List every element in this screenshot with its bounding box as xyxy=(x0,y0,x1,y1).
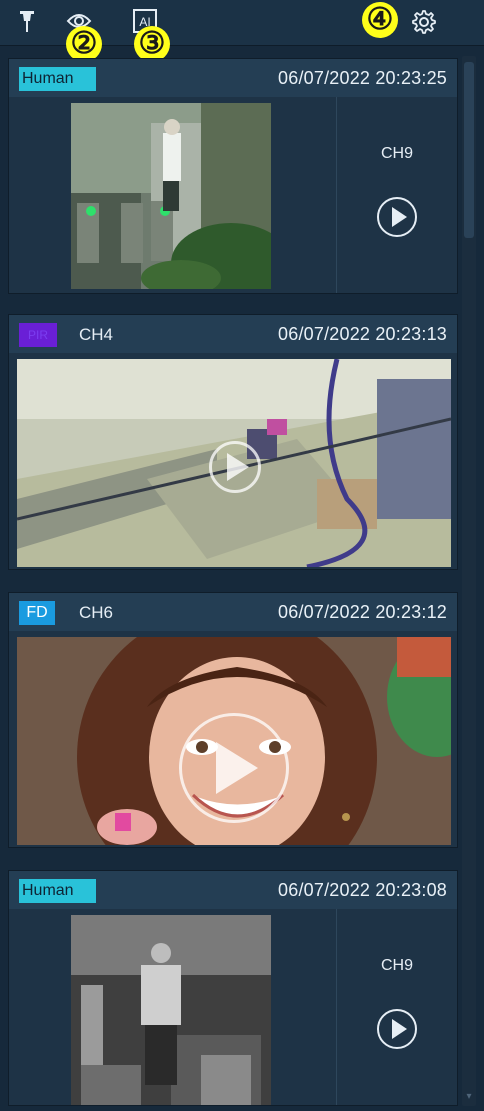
play-icon xyxy=(391,207,407,227)
event-tag: Human xyxy=(19,879,96,903)
scrollbar[interactable]: ▾ xyxy=(462,56,476,1106)
play-button[interactable] xyxy=(209,441,261,493)
event-tag: PIR xyxy=(19,323,57,347)
play-button[interactable] xyxy=(377,1009,417,1049)
card-side-panel: CH9 xyxy=(337,909,457,1105)
snapshot-area[interactable] xyxy=(9,909,337,1105)
play-icon xyxy=(216,742,258,794)
play-button[interactable] xyxy=(377,197,417,237)
toolbar: AI ② ③ ④ xyxy=(0,0,484,62)
pin-icon[interactable] xyxy=(14,8,40,34)
card-header: Human 06/07/2022 20:23:08 xyxy=(9,871,457,909)
event-timestamp: 06/07/2022 20:23:08 xyxy=(278,880,447,900)
snapshot-image[interactable] xyxy=(71,915,271,1105)
snapshot-image[interactable] xyxy=(71,103,271,289)
snapshot-image[interactable] xyxy=(17,359,451,567)
card-header: PIR CH4 06/07/2022 20:23:13 xyxy=(9,315,457,353)
gear-icon[interactable] xyxy=(410,8,436,34)
scroll-down-icon[interactable]: ▾ xyxy=(462,1090,476,1104)
event-tag: Human xyxy=(19,67,96,91)
event-list[interactable]: Human 06/07/2022 20:23:25 CH9 PIR CH4 06… xyxy=(8,52,458,1108)
event-card[interactable]: FD CH6 06/07/2022 20:23:12 xyxy=(8,592,458,848)
play-icon xyxy=(391,1019,407,1039)
play-icon xyxy=(227,453,249,481)
event-card[interactable]: Human 06/07/2022 20:23:25 CH9 xyxy=(8,58,458,294)
event-timestamp: 06/07/2022 20:23:12 xyxy=(278,602,447,622)
event-tag: FD xyxy=(19,601,55,625)
callout-4: ④ xyxy=(362,2,398,38)
card-side-panel: CH9 xyxy=(337,97,457,293)
event-card[interactable]: Human 06/07/2022 20:23:08 CH9 xyxy=(8,870,458,1106)
event-timestamp: 06/07/2022 20:23:13 xyxy=(278,324,447,344)
channel-label: CH4 xyxy=(79,325,114,344)
channel-label: CH9 xyxy=(380,145,413,162)
card-header: FD CH6 06/07/2022 20:23:12 xyxy=(9,593,457,631)
event-card[interactable]: PIR CH4 06/07/2022 20:23:13 xyxy=(8,314,458,570)
event-timestamp: 06/07/2022 20:23:25 xyxy=(278,68,447,88)
play-button[interactable] xyxy=(179,713,289,823)
channel-label: CH6 xyxy=(79,603,114,622)
scrollbar-thumb[interactable] xyxy=(464,62,474,238)
card-header: Human 06/07/2022 20:23:25 xyxy=(9,59,457,97)
snapshot-area[interactable] xyxy=(9,97,337,293)
snapshot-image[interactable] xyxy=(17,637,451,845)
channel-label: CH9 xyxy=(380,957,413,974)
